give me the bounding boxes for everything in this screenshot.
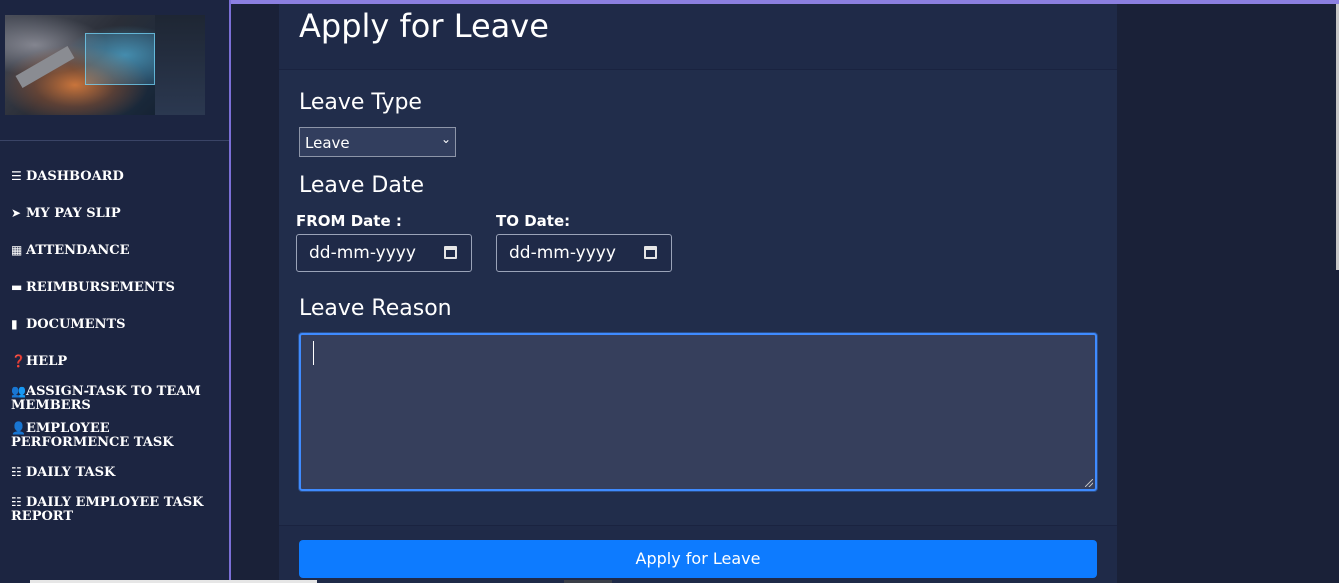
bars-icon: ☰ <box>11 169 22 183</box>
sidebar-item-label: DAILY TASK <box>26 465 116 480</box>
sidebar-item-daily-task[interactable]: ☷ DAILY TASK <box>11 465 221 480</box>
company-logo-image <box>5 15 205 115</box>
leave-type-heading: Leave Type <box>299 90 422 115</box>
leave-date-heading: Leave Date <box>299 173 425 198</box>
sidebar-divider <box>0 140 229 141</box>
paper-plane-icon: ➤ <box>11 206 22 220</box>
to-date-input[interactable]: dd-mm-yyyy <box>496 234 672 272</box>
tasks-icon: ☷ <box>11 465 22 479</box>
sidebar-item-help[interactable]: ❓HELP <box>11 354 221 369</box>
sidebar-item-dashboard[interactable]: ☰ DASHBOARD <box>11 169 221 184</box>
user-edit-icon: 👤 <box>11 421 26 435</box>
sidebar: ☰ DASHBOARD ➤ MY PAY SLIP ▦ ATTENDANCE ▬ REI… <box>0 0 231 583</box>
sidebar-item-my-pay-slip[interactable]: ➤ MY PAY SLIP <box>11 206 221 221</box>
from-date-input[interactable]: dd-mm-yyyy <box>296 234 472 272</box>
sidebar-item-employee-performence-task[interactable]: 👤EMPLOYEE PERFORMENCE TASK <box>11 421 221 450</box>
resize-handle-icon[interactable] <box>1085 479 1093 487</box>
card-header: Apply for Leave <box>279 4 1117 70</box>
from-date-placeholder: dd-mm-yyyy <box>309 243 416 263</box>
apply-for-leave-button[interactable]: Apply for Leave <box>299 540 1097 578</box>
calendar-icon: ▦ <box>11 243 23 257</box>
sidebar-item-label: DASHBOARD <box>26 169 124 184</box>
sidebar-item-assign-task[interactable]: 👥ASSIGN-TASK TO TEAM MEMBERS <box>11 384 221 413</box>
sidebar-item-documents[interactable]: ▮ DOCUMENTS <box>11 317 221 332</box>
card-body: Leave Type Leave ⌄ Leave Date FROM Date … <box>279 70 1117 526</box>
tasks-icon: ☷ <box>11 495 22 509</box>
to-date-placeholder: dd-mm-yyyy <box>509 243 616 263</box>
sidebar-item-label: ATTENDANCE <box>26 243 130 258</box>
credit-card-icon: ▬ <box>11 280 23 294</box>
sidebar-item-reimbursements[interactable]: ▬ REIMBURSEMENTS <box>11 280 221 295</box>
sidebar-item-daily-employee-task-report[interactable]: ☷ DAILY EMPLOYEE TASK REPORT <box>11 495 221 524</box>
leave-type-select[interactable]: Leave ⌄ <box>299 127 456 157</box>
file-icon: ▮ <box>11 317 18 331</box>
leave-form-card: Apply for Leave Leave Type Leave ⌄ Leave… <box>279 4 1117 583</box>
leave-reason-textarea[interactable] <box>299 333 1097 491</box>
leave-reason-heading: Leave Reason <box>299 296 452 321</box>
from-date-label: FROM Date : <box>296 212 402 230</box>
sidebar-item-label: DOCUMENTS <box>26 317 126 332</box>
sidebar-item-attendance[interactable]: ▦ ATTENDANCE <box>11 243 221 258</box>
sidebar-item-label: ASSIGN-TASK TO TEAM MEMBERS <box>11 384 201 413</box>
to-date-label: TO Date: <box>496 212 571 230</box>
page-title: Apply for Leave <box>299 7 549 45</box>
sidebar-item-label: REIMBURSEMENTS <box>26 280 175 295</box>
sidebar-item-label: HELP <box>26 354 68 369</box>
leave-type-selected-value: Leave <box>305 134 350 152</box>
calendar-icon[interactable] <box>644 246 657 259</box>
text-caret <box>313 341 314 365</box>
calendar-icon[interactable] <box>444 246 457 259</box>
chevron-down-icon: ⌄ <box>440 132 451 146</box>
sidebar-item-label: DAILY EMPLOYEE TASK REPORT <box>11 495 204 524</box>
sidebar-item-label: MY PAY SLIP <box>26 206 121 221</box>
sidebar-item-label: EMPLOYEE PERFORMENCE TASK <box>11 421 174 450</box>
question-circle-icon: ❓ <box>11 354 26 368</box>
users-icon: 👥 <box>11 384 26 398</box>
